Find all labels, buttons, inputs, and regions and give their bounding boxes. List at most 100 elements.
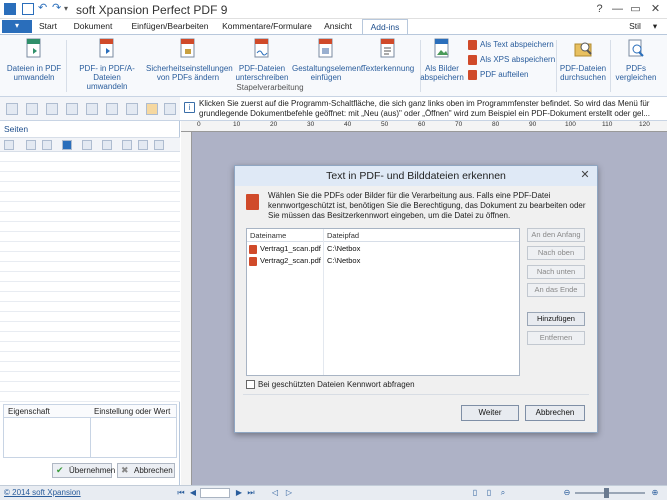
close-button[interactable]: ✕ [642,0,667,19]
new-page-icon[interactable] [4,140,14,150]
add-button[interactable]: Hinzufügen [527,312,585,326]
page-icon[interactable] [6,103,18,115]
filepath-column-header[interactable]: Dateipfad [327,231,359,240]
grid-icon[interactable] [154,140,164,150]
panel-toolbar [0,137,180,152]
pdf-convert-icon [26,38,41,58]
dialog-cancel-button[interactable]: Abbrechen [525,405,585,421]
close-icon[interactable]: ✕ [577,168,593,184]
file-list[interactable]: Dateiname Dateipfad Vertrag1_scan.pdf C:… [246,228,520,376]
compare-pdfs-button[interactable]: PDFs vergleichen [610,38,662,82]
first-page-icon[interactable]: ⏮ [176,488,186,498]
app-icon[interactable] [4,3,16,15]
page-icon[interactable] [164,103,176,115]
redo-icon[interactable]: ↷ [52,3,64,15]
properties-grid[interactable] [3,418,177,458]
file-row[interactable]: Vertrag1_scan.pdf C:\Netbox [247,244,519,255]
page-icon[interactable] [82,140,92,150]
chevron-down-icon[interactable]: ▾ [648,19,662,34]
page-icon[interactable] [46,103,58,115]
text-icon[interactable] [146,103,158,115]
ribbon-tab-bar: ▾ Start Dokument Einfügen/Bearbeiten Kom… [0,19,667,34]
lock-document-icon [180,38,195,58]
title-bar: ↶ ↷ ▾ soft Xpansion Perfect PDF 9 ? — ▭ … [0,0,667,19]
last-page-icon[interactable]: ⏭ [246,488,256,498]
next-button[interactable]: Weiter [461,405,519,421]
zoom-slider[interactable] [575,492,645,494]
zoom-icon[interactable]: ⌕ [498,488,508,498]
undo-icon[interactable]: ↶ [38,3,50,15]
split-icon [468,70,477,80]
chevron-down-icon[interactable]: ▾ [64,3,76,15]
apply-button[interactable]: ✔ Übernehmen [52,463,115,478]
zoom-in-icon[interactable]: ⊕ [650,488,660,498]
grid-icon[interactable] [122,140,132,150]
page-icon[interactable] [26,103,38,115]
save-as-images-button[interactable]: Als Bilder abspeichern [420,38,464,82]
ribbon: Dateien in PDF umwandeln PDF- in PDF/A-D… [0,34,667,97]
pages-list[interactable] [0,152,180,402]
delete-page-icon[interactable] [26,140,36,150]
password-prompt-checkbox[interactable] [246,380,255,389]
ribbon-group-label: Stapelverarbeitung [236,83,304,92]
copyright-link[interactable]: © 2014 soft Xpansion [4,488,81,497]
compare-icon [628,39,644,57]
tab-dokument[interactable]: Dokument [64,19,122,34]
text-file-icon [468,40,477,50]
previous-page-icon[interactable]: ◀ [188,488,198,498]
remove-button[interactable]: Entfernen [527,331,585,345]
text-recognition-button[interactable]: Texterkennung [360,38,416,73]
tab-start[interactable]: Start [32,19,64,34]
signature-icon [254,38,269,58]
close-icon: ✖ [121,465,129,475]
back-icon[interactable]: ◁ [270,488,280,498]
page-number-input[interactable] [200,488,230,498]
page-icon[interactable] [126,103,138,115]
filename-column-header[interactable]: Dateiname [250,231,286,240]
image-icon [434,38,449,58]
single-page-view-icon[interactable]: ▯ [470,488,480,498]
save-icon[interactable] [22,3,34,15]
page-icon[interactable] [86,103,98,115]
cancel-button[interactable]: ✖ Abbrechen [117,463,175,478]
dialog-title: Text in PDF- und Bilddateien erkennen [235,166,597,186]
file-name: Vertrag1_scan.pdf [260,244,321,253]
save-as-text-button[interactable]: Als Text abspeichern [468,40,554,50]
move-to-start-button[interactable]: An den Anfang [527,228,585,242]
security-settings-button[interactable]: Sicherheitseinstellungen von PDFs ändern [146,38,233,82]
move-to-end-button[interactable]: An das Ende [527,283,585,297]
page-icon[interactable] [106,103,118,115]
info-icon: i [184,102,195,113]
program-button[interactable]: ▾ [2,20,32,33]
insert-design-element-button[interactable]: Gestaltungselement einfügen [292,38,363,82]
save-as-xps-button[interactable]: Als XPS abspeichern [468,55,555,65]
file-row[interactable]: Vertrag2_scan.pdf C:\Netbox [247,256,519,267]
file-path: C:\Netbox [327,256,361,265]
tab-ansicht[interactable]: Ansicht [316,19,360,34]
tab-add-ins[interactable]: Add-ins [362,19,408,34]
folder-search-icon [574,42,592,57]
next-page-icon[interactable]: ▶ [234,488,244,498]
convert-to-pdf-button[interactable]: Dateien in PDF umwandeln [4,38,64,82]
sign-pdf-button[interactable]: PDF-Dateien unterschreiben [232,38,292,82]
design-element-icon [318,38,333,58]
tab-einfuegen-bearbeiten[interactable]: Einfügen/Bearbeiten [122,19,218,34]
move-down-button[interactable]: Nach unten [527,265,585,279]
play-icon[interactable] [62,140,72,150]
page-icon[interactable] [66,103,78,115]
two-page-view-icon[interactable]: ▯ [484,488,494,498]
style-menu[interactable]: Stil [622,19,648,34]
password-prompt-label[interactable]: Bei geschützten Dateien Kennwort abfrage… [258,380,415,389]
page-icon[interactable] [42,140,52,150]
search-pdfs-button[interactable]: PDF-Dateien durchsuchen [556,38,610,82]
file-list-header: Dateiname Dateipfad [247,229,519,242]
tab-kommentare-formulare[interactable]: Kommentare/Formulare [218,19,316,34]
zoom-out-icon[interactable]: ⊖ [562,488,572,498]
convert-to-pdfa-button[interactable]: PDF- in PDF/A-Dateien umwandeln [68,38,146,91]
split-pdf-button[interactable]: PDF aufteilen [468,70,528,80]
move-up-button[interactable]: Nach oben [527,246,585,260]
forward-icon[interactable]: ▷ [284,488,294,498]
page-icon[interactable] [102,140,112,150]
zoom-slider-thumb[interactable] [604,488,609,498]
grid-icon[interactable] [138,140,148,150]
